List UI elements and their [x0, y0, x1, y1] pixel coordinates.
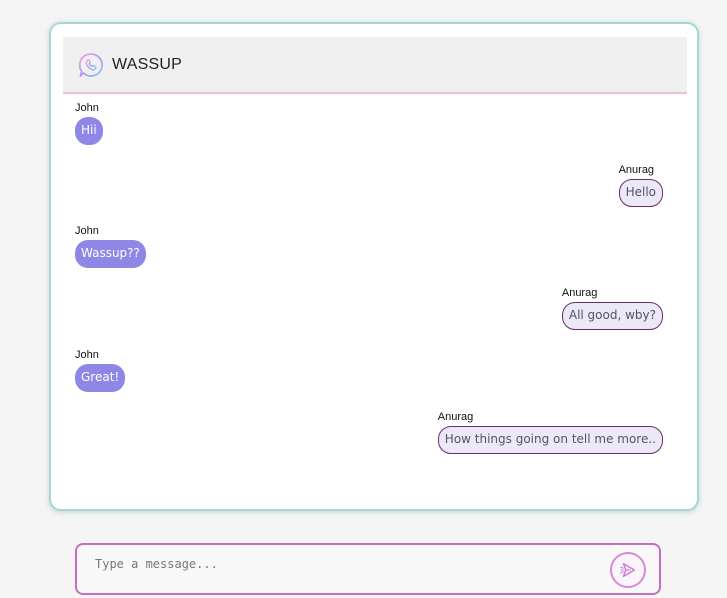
outgoing-message-bubble: All good, wby? — [561, 302, 663, 330]
sender-name: Anurag — [437, 411, 474, 423]
message-item: Anurag Hello — [618, 164, 663, 207]
outgoing-message-bubble: Hello — [618, 179, 663, 207]
message-item: Anurag How things going on tell me more.… — [437, 411, 663, 454]
incoming-message-bubble: Great! — [75, 364, 126, 392]
send-button[interactable] — [610, 552, 646, 588]
sender-name: John — [75, 102, 99, 114]
message-item: John Great! — [75, 349, 126, 392]
incoming-message-bubble: Hii — [75, 117, 103, 145]
send-icon — [620, 562, 636, 578]
message-item: Anurag All good, wby? — [561, 287, 663, 330]
sender-name: John — [75, 225, 99, 237]
outgoing-message-bubble: How things going on tell me more.. — [437, 426, 663, 454]
chat-window: WASSUP John Hii Anurag Hello John Wassup… — [49, 22, 699, 511]
sender-name: Anurag — [561, 287, 598, 299]
incoming-message-bubble: Wassup?? — [75, 240, 146, 268]
message-item: John Hii — [75, 102, 103, 145]
message-input[interactable] — [95, 555, 595, 573]
message-item: John Wassup?? — [75, 225, 146, 268]
message-composer — [75, 543, 661, 595]
sender-name: John — [75, 349, 99, 361]
sender-name: Anurag — [618, 164, 655, 176]
message-list: John Hii Anurag Hello John Wassup?? Anur… — [51, 24, 697, 509]
